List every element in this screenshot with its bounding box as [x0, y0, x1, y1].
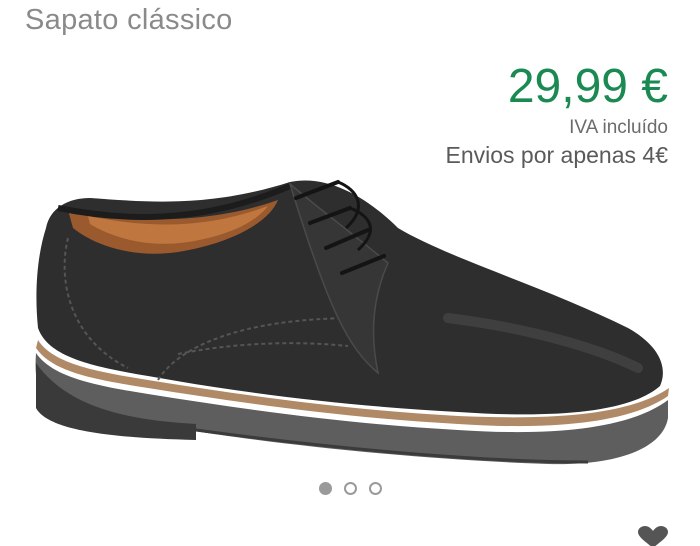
product-title: Sapato clássico	[25, 4, 233, 36]
carousel-dots	[0, 482, 700, 495]
heart-icon[interactable]	[636, 526, 670, 546]
vat-note: IVA incluído	[569, 117, 668, 138]
product-price: 29,99 €	[507, 60, 668, 113]
carousel-dot[interactable]	[368, 482, 382, 495]
price-block: 29,99 € IVA incluído Envios por apenas 4…	[446, 58, 669, 170]
carousel-dot[interactable]	[343, 482, 357, 495]
shipping-note: Envios por apenas 4€	[445, 142, 669, 168]
product-image[interactable]	[28, 168, 673, 478]
carousel-dot[interactable]	[318, 482, 332, 495]
